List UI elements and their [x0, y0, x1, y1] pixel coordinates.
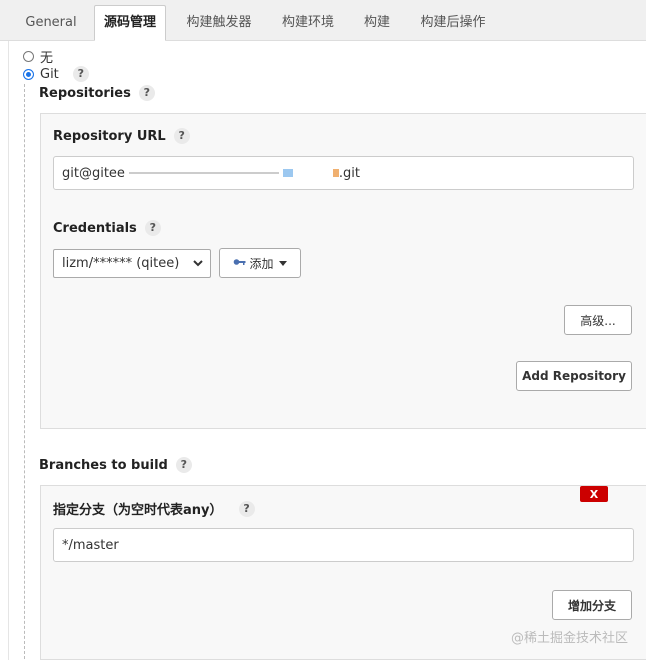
tab-general[interactable]: General [16, 8, 86, 40]
caret-down-icon [278, 256, 287, 270]
repositories-title-text: Repositories [39, 85, 131, 101]
branches-title-text: Branches to build [39, 457, 168, 473]
advanced-button[interactable]: 高级... [564, 305, 632, 335]
tab-post-build[interactable]: 构建后操作 [410, 8, 496, 40]
branch-specifier-label-text: 指定分支（为空时代表any） [53, 503, 223, 518]
credentials-label: Credentials ? [53, 220, 161, 236]
help-icon[interactable]: ? [144, 220, 161, 236]
credentials-select[interactable]: lizm/****** (qitee) [53, 249, 211, 278]
tab-scm[interactable]: 源码管理 [94, 5, 166, 41]
radio-git[interactable] [23, 68, 34, 80]
tab-build-triggers[interactable]: 构建触发器 [176, 8, 262, 40]
help-icon[interactable]: ? [175, 457, 192, 473]
credentials-label-text: Credentials [53, 220, 137, 236]
add-branch-button[interactable]: 增加分支 [552, 590, 632, 620]
repositories-title: Repositories ? [39, 85, 155, 101]
scm-option-none[interactable]: 无 [23, 47, 53, 66]
tab-build[interactable]: 构建 [352, 8, 402, 40]
help-icon[interactable]: ? [72, 66, 89, 82]
help-icon[interactable]: ? [238, 500, 255, 517]
credentials-value: lizm/****** (qitee) [62, 256, 180, 271]
branches-title: Branches to build ? [39, 457, 192, 473]
add-repository-button[interactable]: Add Repository [516, 361, 632, 391]
help-icon[interactable]: ? [138, 85, 155, 101]
repository-url-label-text: Repository URL [53, 128, 166, 144]
tab-build-environment[interactable]: 构建环境 [272, 8, 344, 40]
repository-url-prefix: git@gitee [62, 165, 125, 181]
tab-bar: General 源码管理 构建触发器 构建环境 构建 构建后操作 [0, 0, 646, 41]
delete-branch-button[interactable]: X [580, 486, 608, 502]
key-icon [233, 256, 247, 270]
scm-option-git[interactable]: Git ? [23, 66, 89, 82]
redacted-mark [282, 169, 293, 177]
section-divider [24, 84, 25, 659]
repository-url-suffix: .git [338, 165, 361, 181]
radio-none-label: 无 [40, 51, 54, 66]
add-credentials-button[interactable]: 添加 [219, 248, 301, 278]
repository-panel: Repository URL ? git@gitee .git Credenti… [40, 113, 646, 429]
repository-url-label: Repository URL ? [53, 128, 190, 144]
repository-url-input[interactable]: git@gitee .git [53, 156, 634, 190]
help-icon[interactable]: ? [173, 128, 190, 144]
branch-specifier-label: 指定分支（为空时代表any） ? [53, 499, 255, 518]
add-credentials-label: 添加 [249, 256, 274, 271]
radio-none[interactable] [23, 51, 34, 62]
chevron-down-icon [192, 257, 204, 273]
radio-git-label: Git [40, 66, 59, 82]
watermark: @稀土掘金技术社区 [510, 631, 628, 646]
branch-specifier-input[interactable]: */master [53, 528, 634, 562]
redacted-text [128, 172, 279, 174]
